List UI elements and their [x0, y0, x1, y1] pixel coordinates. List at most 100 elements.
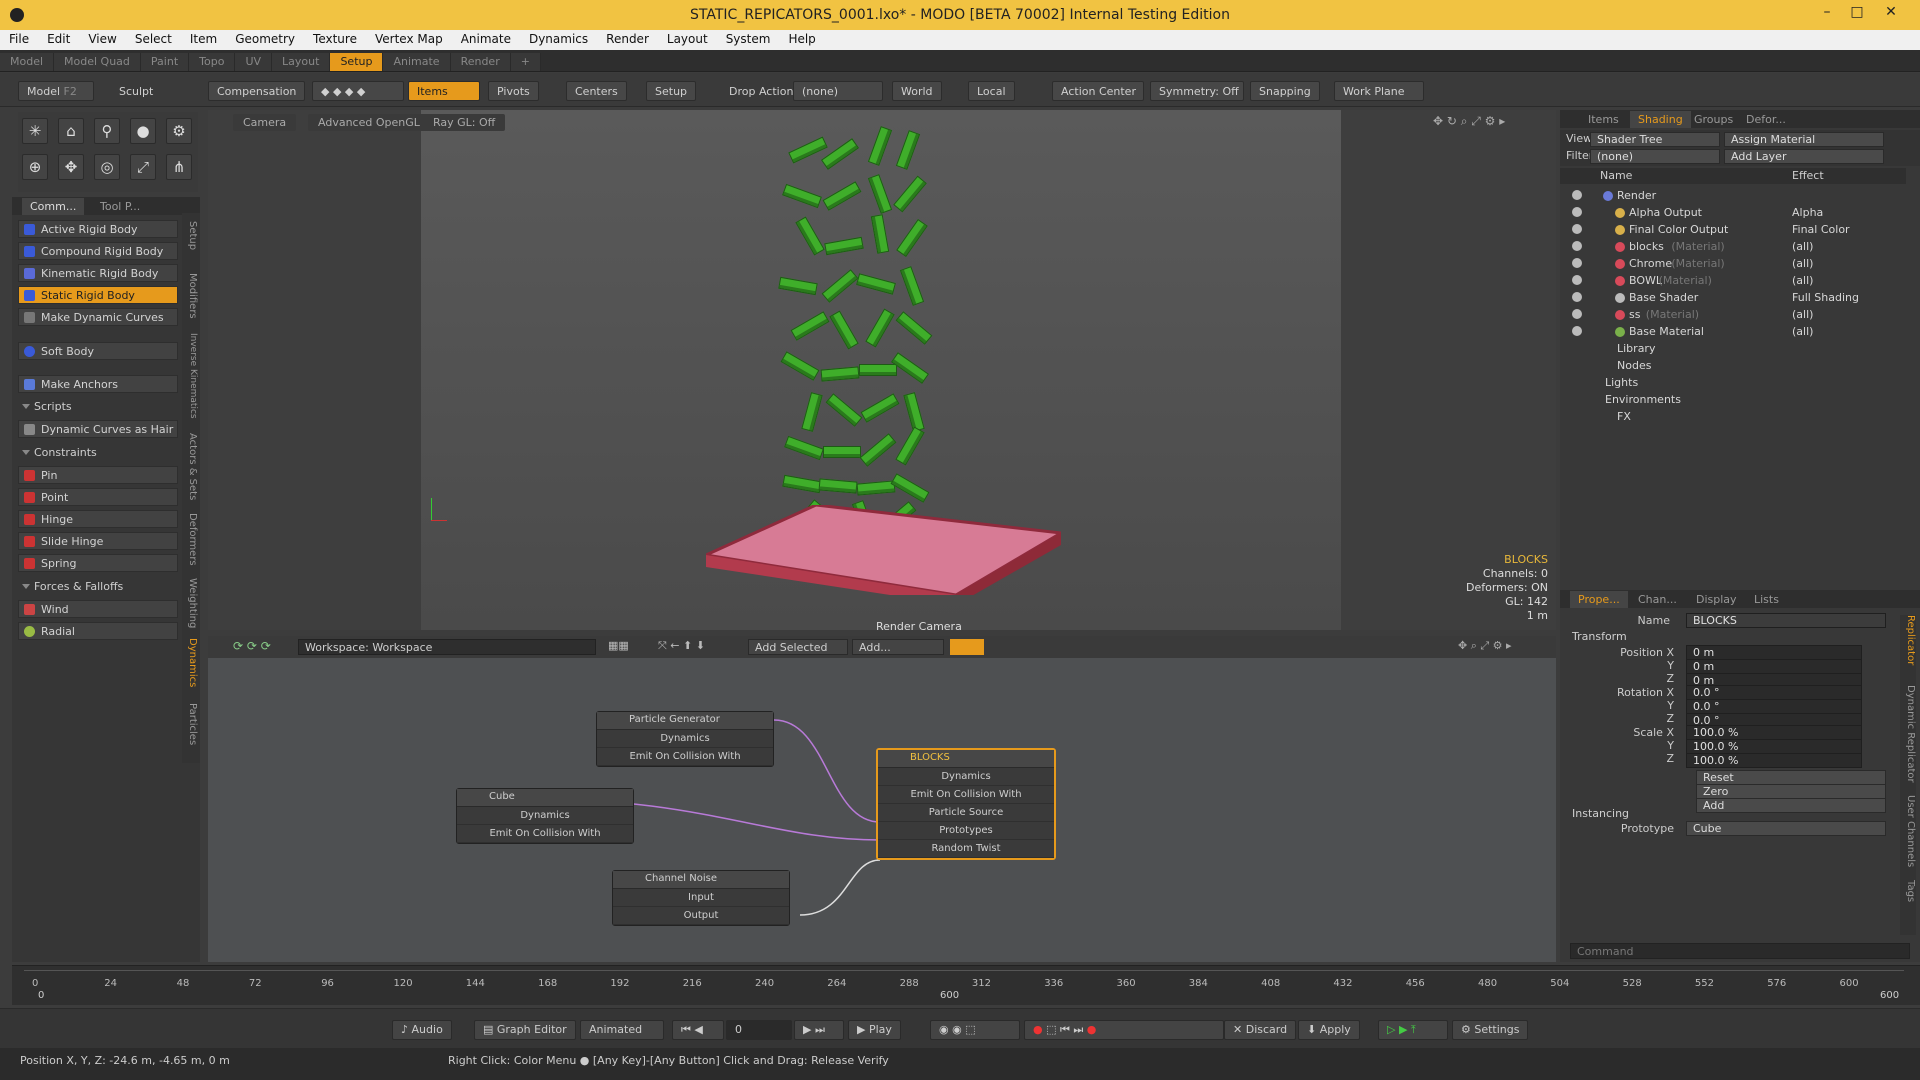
instancing-section-header[interactable]: Instancing [1572, 807, 1629, 820]
layout-tab-animate[interactable]: Animate [383, 53, 451, 71]
shader-tree-row[interactable]: BOWL (Material) (all) [1572, 273, 1915, 290]
settings-button[interactable]: ⚙ Settings [1452, 1020, 1529, 1040]
action-center-dropdown[interactable]: Action Center [1052, 81, 1144, 101]
work-plane-dropdown[interactable]: Work Plane [1334, 81, 1424, 101]
filter-select[interactable]: (none) [1590, 149, 1720, 164]
node-port-particle-source[interactable]: Particle Source [878, 804, 1054, 822]
jump-back-buttons[interactable]: ⏮ ◀ [672, 1020, 724, 1040]
locator-icon[interactable]: ✳ [22, 118, 48, 144]
sun-icon[interactable]: ● [130, 118, 156, 144]
tab-groups[interactable]: Groups [1686, 111, 1741, 128]
pivots-button[interactable]: Pivots [488, 81, 539, 101]
item-name-field[interactable]: BLOCKS [1686, 613, 1886, 628]
record-controls[interactable]: ● ⬚ ⏮ ⏭ ● [1024, 1020, 1224, 1040]
assign-material-button[interactable]: Assign Material [1724, 132, 1884, 147]
close-icon[interactable]: ✕ [1876, 4, 1906, 20]
kinematic-rigid-body-button[interactable]: Kinematic Rigid Body [18, 264, 178, 282]
ray-gl-toggle[interactable]: Ray GL: Off [423, 114, 506, 131]
slide-hinge-constraint-button[interactable]: Slide Hinge [18, 532, 178, 550]
position-x-field[interactable]: 0 m [1686, 645, 1862, 660]
rotate-icon[interactable]: ◎ [94, 154, 120, 180]
menu-layout[interactable]: Layout [658, 30, 717, 46]
prototype-select[interactable]: Cube [1686, 821, 1886, 836]
menu-file[interactable]: File [0, 30, 38, 46]
radial-button[interactable]: Radial [18, 622, 178, 640]
layout-tab-topo[interactable]: Topo [189, 53, 236, 71]
layout-tab-uv[interactable]: UV [235, 53, 273, 71]
pin-constraint-button[interactable]: Pin [18, 466, 178, 484]
3d-viewport[interactable]: Render Camera BLOCKS Channels: 0 Deforme… [208, 110, 1556, 633]
vtab-replicator[interactable]: Replicator [1902, 615, 1916, 665]
shader-tree-row[interactable]: Base Material (all) [1572, 324, 1915, 341]
point-constraint-button[interactable]: Point [18, 488, 178, 506]
shader-tree-row[interactable]: Final Color Output Final Color [1572, 222, 1915, 239]
discard-button[interactable]: ✕ Discard [1224, 1020, 1297, 1040]
make-dynamic-curves-button[interactable]: Make Dynamic Curves [18, 308, 178, 326]
tab-deformers[interactable]: Defor... [1738, 111, 1794, 128]
menu-render[interactable]: Render [597, 30, 658, 46]
cube-node[interactable]: Cube Dynamics Emit On Collision With [456, 788, 634, 844]
channel-noise-node[interactable]: Channel Noise Input Output [612, 870, 790, 926]
static-rigid-body-button[interactable]: Static Rigid Body [18, 286, 178, 304]
compensation-button[interactable]: Compensation [208, 81, 306, 101]
visibility-eye-icon[interactable] [1572, 207, 1582, 217]
shader-tree-row[interactable]: Chrome (Material) (all) [1572, 256, 1915, 273]
visibility-eye-icon[interactable] [1572, 275, 1582, 285]
node-port-dynamics[interactable]: Dynamics [878, 768, 1054, 786]
visibility-eye-icon[interactable] [1572, 224, 1582, 234]
menu-view[interactable]: View [79, 30, 125, 46]
vtab-actors-sets[interactable]: Actors & Sets [184, 433, 198, 500]
shader-tree-row[interactable]: Lights [1585, 375, 1915, 392]
vtab-user-channels[interactable]: User Channels [1902, 795, 1916, 867]
vtab-particles[interactable]: Particles [184, 703, 198, 745]
scale-z-field[interactable]: 100.0 % [1686, 753, 1862, 768]
add-transform-dropdown[interactable]: Add [1696, 798, 1886, 813]
visibility-eye-icon[interactable] [1572, 258, 1582, 268]
key-buttons[interactable]: ◉ ◉ ⬚ [930, 1020, 1020, 1040]
node-port-emit-collision[interactable]: Emit On Collision With [878, 786, 1054, 804]
apply-button[interactable]: ⬇ Apply [1298, 1020, 1360, 1040]
maximize-icon[interactable]: □ [1842, 4, 1872, 20]
vtab-dynamics[interactable]: Dynamics [184, 638, 198, 687]
make-anchors-button[interactable]: Make Anchors [18, 375, 178, 393]
rotation-x-field[interactable]: 0.0 ° [1686, 685, 1862, 700]
simulation-play-buttons[interactable]: ▷ ▶ ⤒ [1378, 1020, 1448, 1040]
reset-dropdown[interactable]: Reset [1696, 770, 1886, 785]
menu-geometry[interactable]: Geometry [226, 30, 304, 46]
audio-button[interactable]: ♪ Audio [392, 1020, 452, 1040]
menu-texture[interactable]: Texture [304, 30, 366, 46]
animated-dropdown[interactable]: Animated [580, 1020, 664, 1040]
layout-tab-model-quad[interactable]: Model Quad [54, 53, 141, 71]
model-mode-button[interactable]: Model F2 [18, 81, 94, 101]
schematic-node-editor[interactable]: ⟳ ⟳ ⟳ Workspace: Workspace ▦▦ ⤧ ← ⬆ ⬇ Ad… [208, 636, 1556, 962]
menu-vertex-map[interactable]: Vertex Map [366, 30, 452, 46]
compound-rigid-body-button[interactable]: Compound Rigid Body [18, 242, 178, 260]
wind-button[interactable]: Wind [18, 600, 178, 618]
rotation-y-field[interactable]: 0.0 ° [1686, 699, 1862, 714]
visibility-eye-icon[interactable] [1572, 190, 1582, 200]
visibility-eye-icon[interactable] [1572, 326, 1582, 336]
node-port-prototypes[interactable]: Prototypes [878, 822, 1054, 840]
menu-system[interactable]: System [717, 30, 780, 46]
local-button[interactable]: Local [968, 81, 1015, 101]
zero-dropdown[interactable]: Zero [1696, 784, 1886, 799]
spring-constraint-button[interactable]: Spring [18, 554, 178, 572]
tab-items[interactable]: Items [1580, 111, 1627, 128]
tab-channels[interactable]: Chan... [1630, 591, 1685, 608]
play-button[interactable]: ▶ Play [848, 1020, 901, 1040]
layout-tab-setup[interactable]: Setup [330, 53, 384, 71]
snapping-button[interactable]: Snapping [1250, 81, 1320, 101]
step-forward-buttons[interactable]: ▶ ⏭ [794, 1020, 844, 1040]
tab-shading[interactable]: Shading [1630, 111, 1691, 128]
drop-action-select[interactable]: (none) [793, 81, 883, 101]
vtab-deformers[interactable]: Deformers [184, 513, 198, 566]
vtab-modifiers[interactable]: Modifiers [184, 273, 198, 319]
scale-x-field[interactable]: 100.0 % [1686, 725, 1862, 740]
node-port-dynamics[interactable]: Dynamics [597, 730, 773, 748]
tab-tool-properties[interactable]: Tool P... [92, 198, 148, 215]
tab-commands[interactable]: Comm... [22, 198, 85, 215]
vtab-setup[interactable]: Setup [184, 221, 198, 250]
transform-icon[interactable]: ⊕ [22, 154, 48, 180]
setup-mode-button[interactable]: Setup [646, 81, 697, 101]
timeline[interactable]: 0 24 48 72 96 120 144 168 192 216 240 264 288 312 336 3… [12, 965, 1920, 1005]
